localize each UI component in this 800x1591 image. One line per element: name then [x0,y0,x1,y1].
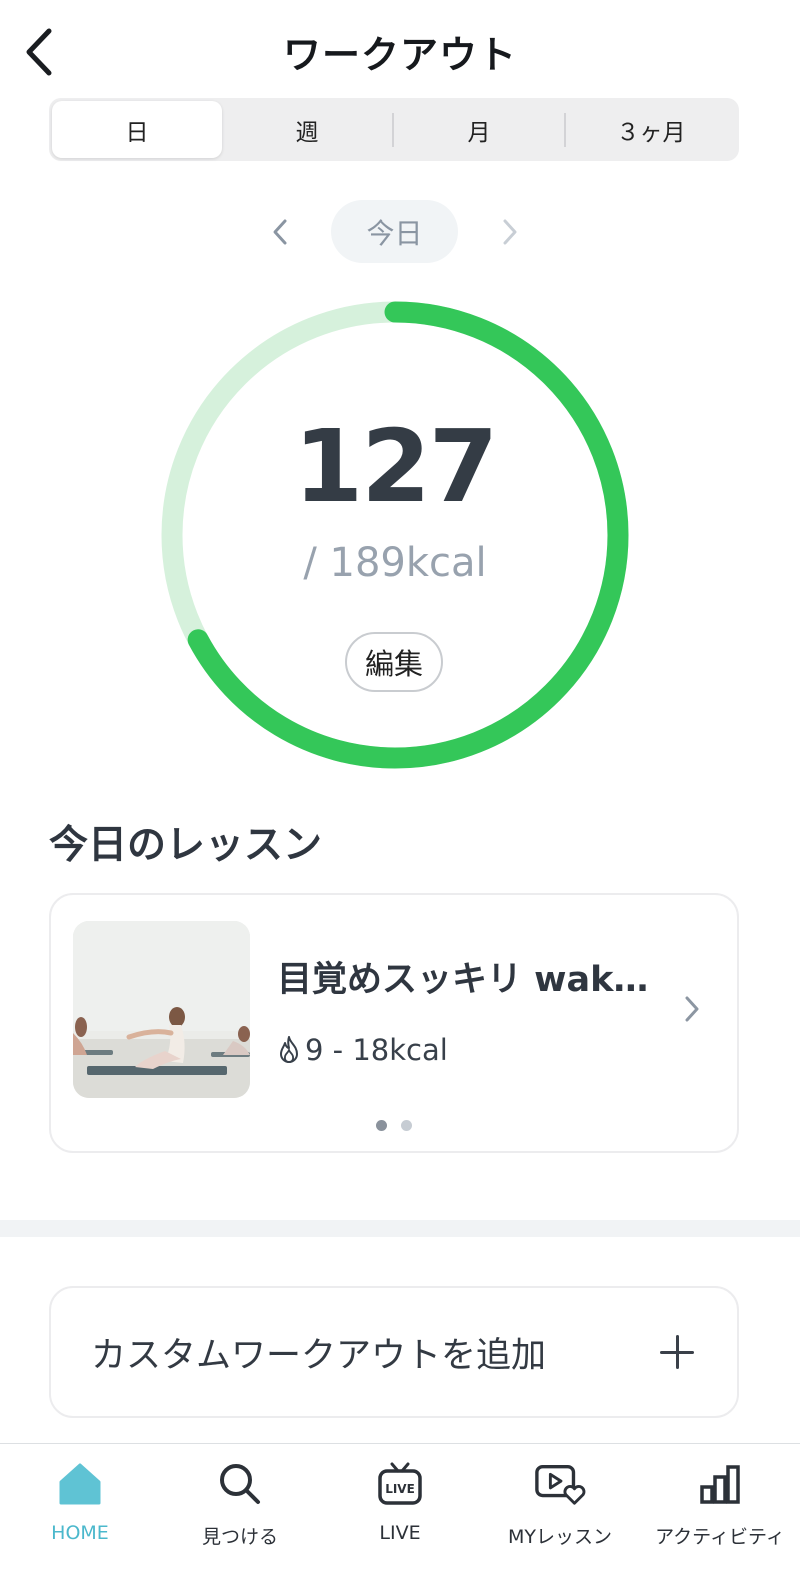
section-title-todays-lessons: 今日のレッスン [49,823,323,868]
plus-icon [657,1332,697,1372]
edit-goal-button[interactable]: 編集 [345,632,443,692]
section-separator [0,1220,800,1237]
next-day-button[interactable] [488,208,532,256]
lesson-thumbnail [73,921,250,1098]
date-navigator: 今日 [0,200,800,264]
nav-discover-label: 見つける [201,1526,278,1548]
current-date-label[interactable]: 今日 [331,200,458,263]
nav-live[interactable]: LIVE LIVE [320,1444,480,1591]
page-title: ワークアウト [282,33,517,77]
nav-my-lessons[interactable]: MYレッスン [480,1444,640,1591]
progress-ring-graphic [161,301,629,769]
bottom-tab-bar: HOME 見つける LIVE LIVE MYレッスン アクティビティ [0,1443,800,1591]
live-tv-icon: LIVE [374,1458,426,1510]
lesson-card[interactable]: 目覚めスッキリ wak… 9 - 18kcal [49,893,739,1153]
home-icon [54,1458,106,1510]
add-custom-workout-label: カスタムワークアウトを追加 [91,1335,547,1376]
header: ワークアウト [0,0,800,100]
tab-month[interactable]: 月 [394,101,564,158]
previous-day-button[interactable] [258,208,302,256]
nav-activity-label: アクティビティ [655,1526,785,1548]
activity-chart-icon [694,1458,746,1510]
flame-icon [280,1036,298,1063]
calorie-value: 127 [293,408,499,525]
nav-discover[interactable]: 見つける [160,1444,320,1591]
lesson-title: 目覚めスッキリ wak… [277,960,649,1000]
nav-live-label: LIVE [379,1522,421,1544]
nav-my-lessons-label: MYレッスン [508,1526,612,1548]
tab-day[interactable]: 日 [52,101,222,158]
calorie-goal: / 189kcal [303,540,487,586]
calorie-progress-ring: 127 / 189kcal 編集 [160,300,630,770]
add-custom-workout-button[interactable]: カスタムワークアウトを追加 [49,1286,739,1418]
nav-activity[interactable]: アクティビティ [640,1444,800,1591]
tab-week[interactable]: 週 [222,101,392,158]
tab-three-months[interactable]: ３ヶ月 [566,101,736,158]
yoga-class-image [73,921,250,1098]
my-lesson-icon [534,1458,586,1510]
nav-home-label: HOME [51,1522,109,1544]
chevron-right-icon [685,996,699,1022]
period-segmented-control: 日 週 月 ３ヶ月 [49,98,739,161]
pager-dot-1[interactable] [376,1120,387,1131]
pager-dot-2[interactable] [401,1120,412,1131]
chevron-left-icon [273,219,287,245]
svg-text:LIVE: LIVE [385,1482,415,1496]
lesson-pager [51,1120,737,1131]
lesson-calories: 9 - 18kcal [277,1033,448,1067]
search-icon [214,1458,266,1510]
lesson-calories-text: 9 - 18kcal [305,1033,448,1067]
chevron-right-icon [503,219,517,245]
nav-home[interactable]: HOME [0,1444,160,1591]
lesson-open-button[interactable] [677,987,707,1031]
